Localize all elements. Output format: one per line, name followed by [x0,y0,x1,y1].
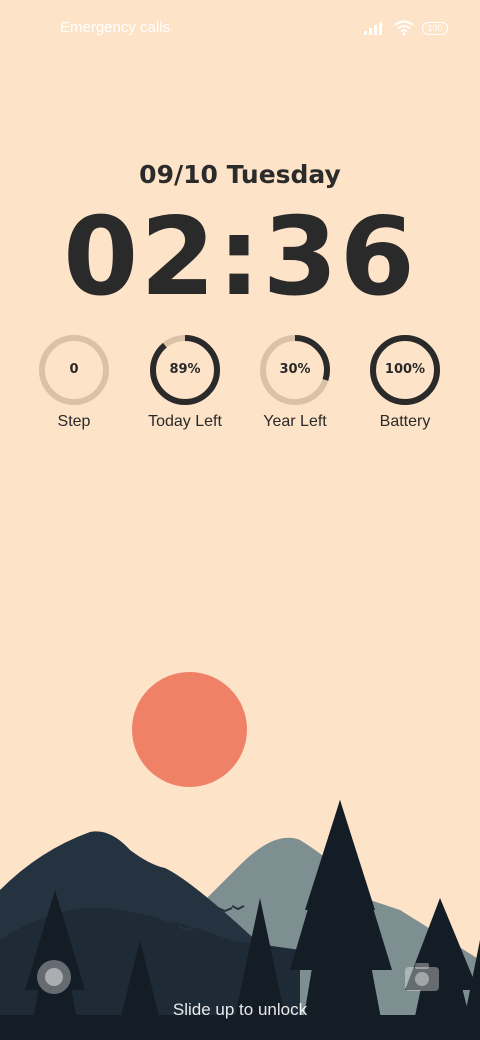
battery-icon: 100 [422,21,448,35]
status-bar: Emergency calls 100 [0,0,480,56]
slide-to-unlock-hint: Slide up to unlock [172,1000,308,1019]
status-icons: 100 [364,19,448,37]
year-left-label: Year Left [263,413,327,430]
today-left-ring: 89% [148,333,222,407]
signal-icon [364,22,382,35]
today-left-value: 89% [169,362,201,377]
lock-shortcut-icon [45,968,63,986]
year-left-ring: 30% [258,333,332,407]
wifi-icon [394,20,414,36]
lockscreen-date: 09/10 Tuesday [139,160,341,189]
widget-row: 0 Step 89% Today Left 30% Year Left 100%… [0,333,480,443]
widget-battery[interactable]: 100% Battery [350,333,460,431]
step-ring: 0 [37,333,111,407]
battery-ring: 100% [368,333,442,407]
step-value: 0 [69,362,79,377]
emergency-calls-link[interactable]: Emergency calls [60,19,170,36]
sun-illustration [132,672,247,787]
camera-icon[interactable] [404,962,440,992]
battery-value: 100% [384,362,426,377]
lockscreen-clock: 02:36 [63,195,417,320]
widget-year-left[interactable]: 30% Year Left [240,333,350,431]
step-label: Step [57,413,91,430]
lock-shortcut-button[interactable] [37,960,71,994]
widget-step[interactable]: 0 Step [19,333,129,431]
widget-today-left[interactable]: 89% Today Left [130,333,240,431]
today-left-label: Today Left [148,413,222,430]
year-left-value: 30% [279,362,311,377]
battery-label: Battery [379,413,431,430]
